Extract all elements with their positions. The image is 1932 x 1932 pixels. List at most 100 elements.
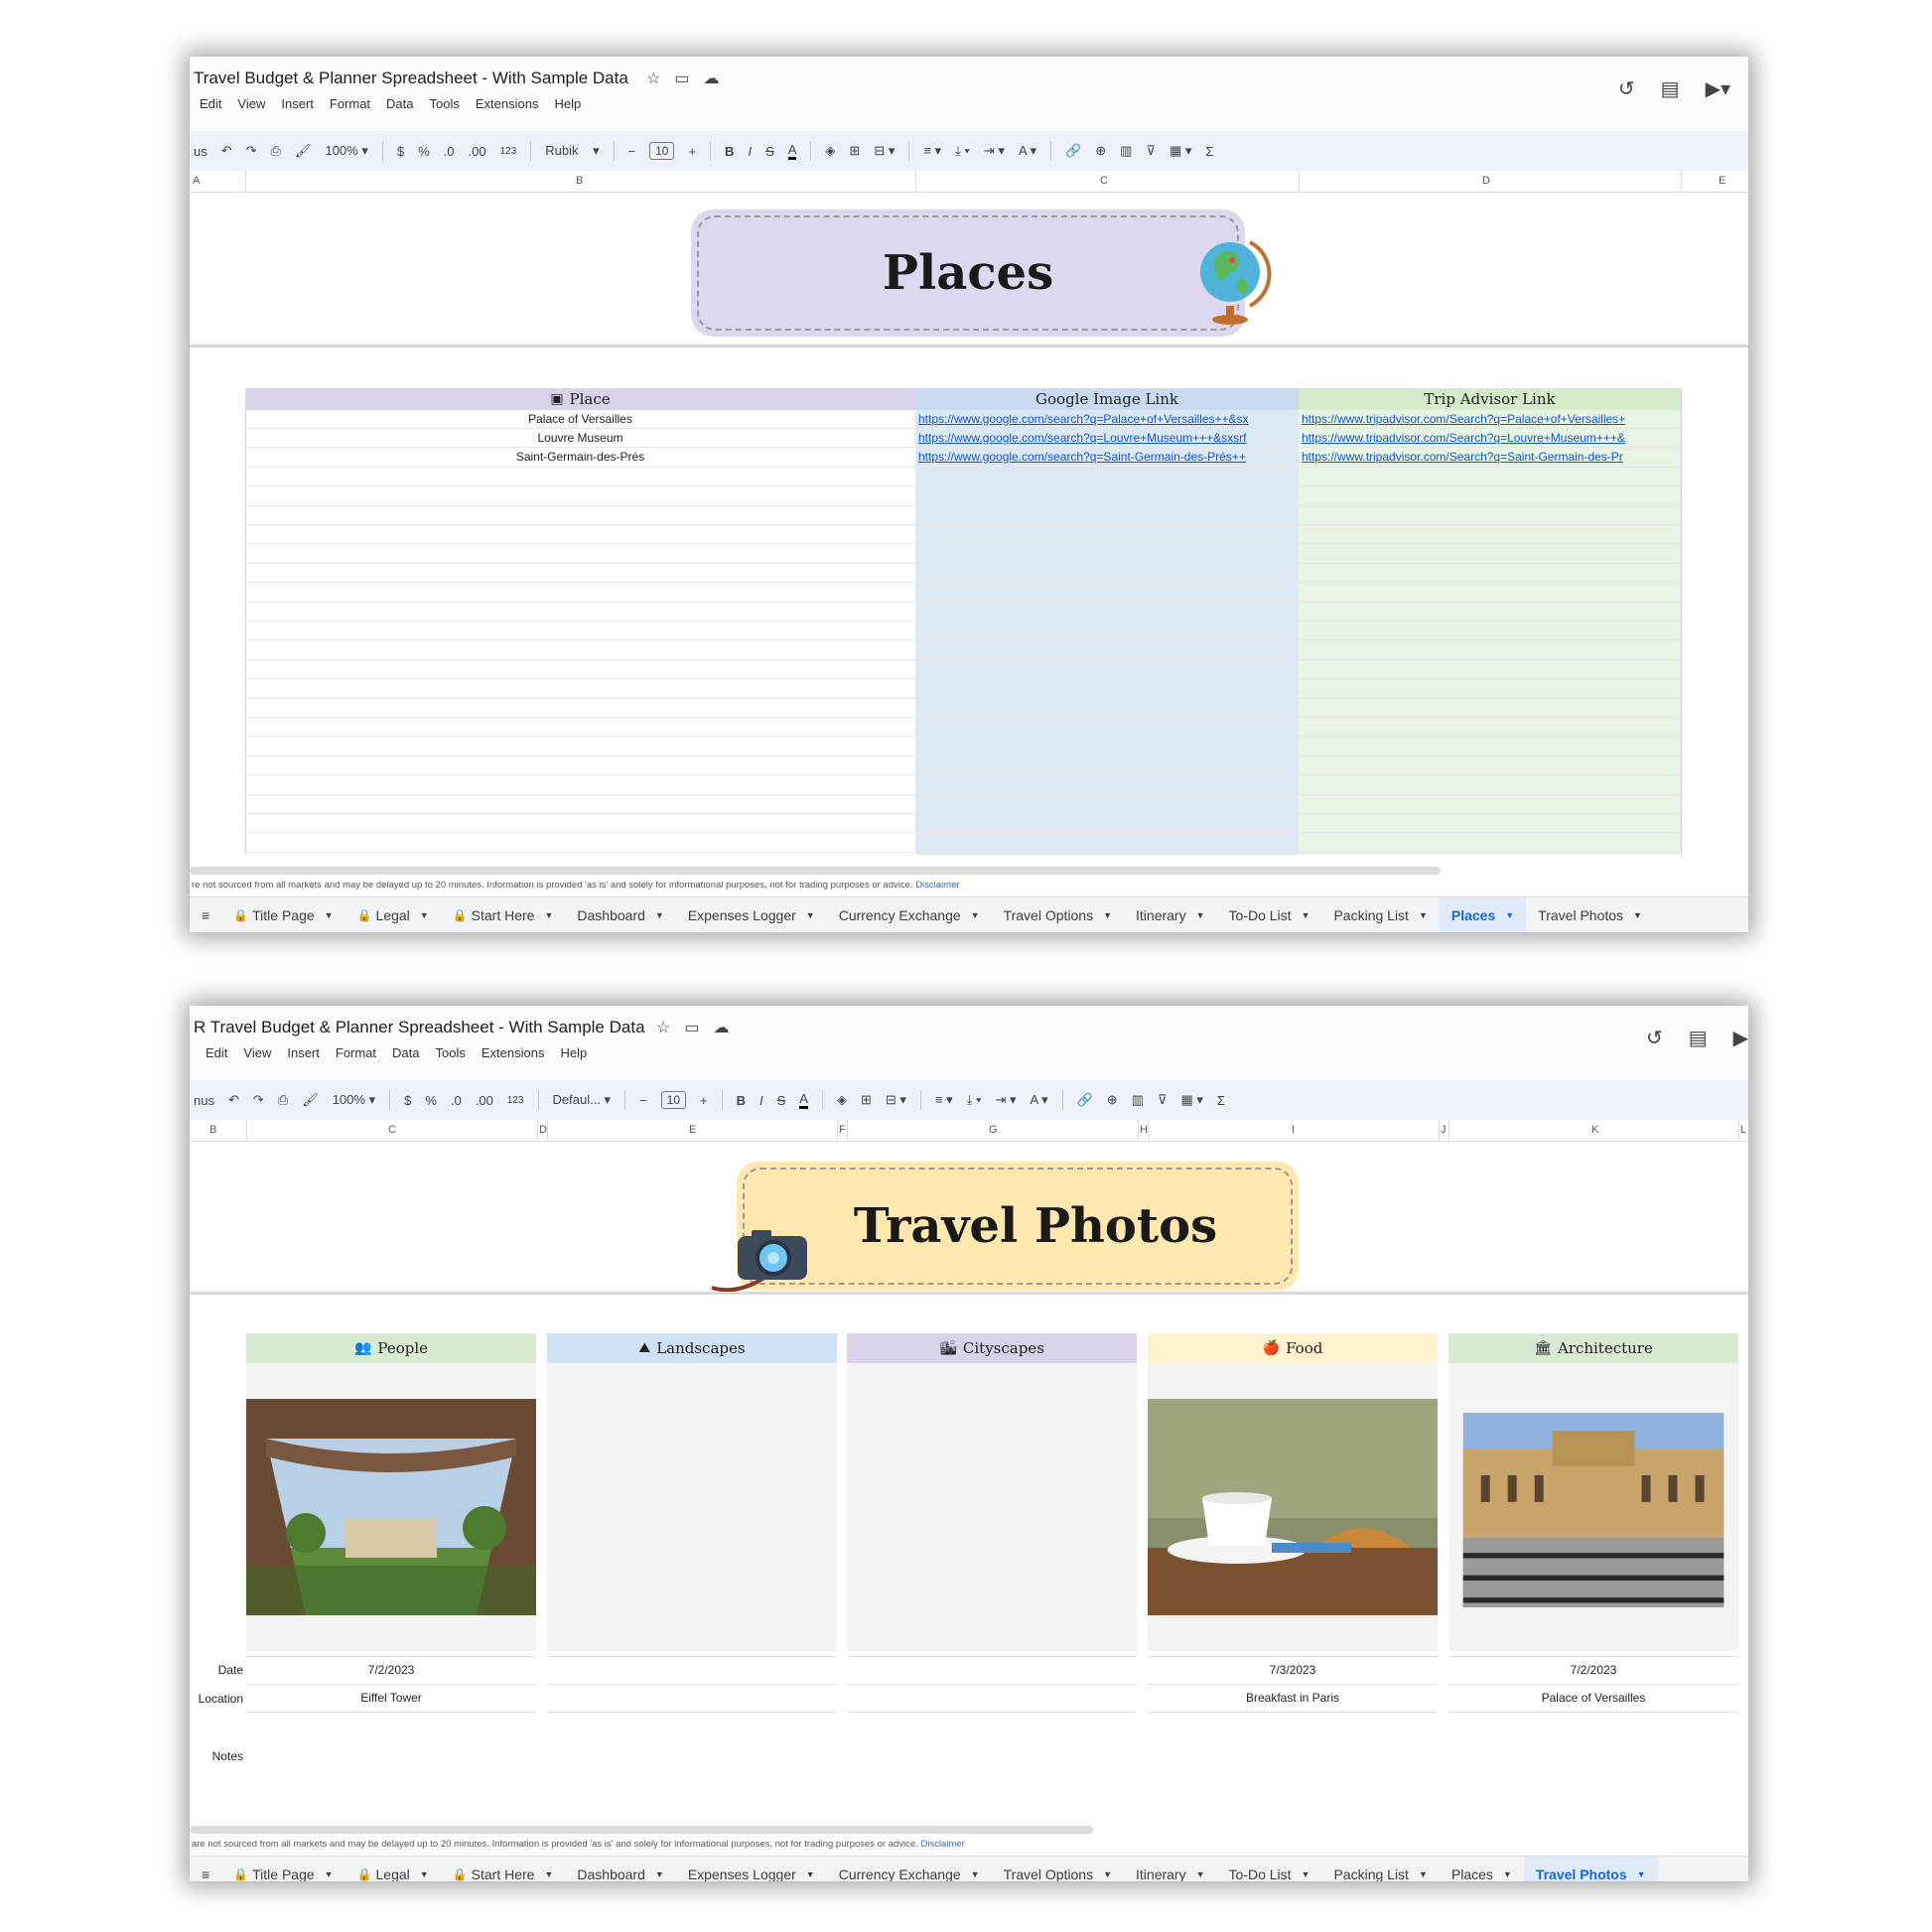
fill-color-icon[interactable]: ◈ <box>837 1092 847 1108</box>
sheet-tab[interactable]: Expenses Logger ▼ <box>676 1857 827 1882</box>
chevron-down-icon[interactable]: ▼ <box>1196 910 1205 920</box>
number-format-button[interactable]: 123 <box>500 146 517 157</box>
chevron-down-icon[interactable]: ▼ <box>325 1869 334 1879</box>
trip-header[interactable]: Trip Advisor Link <box>1299 388 1681 410</box>
text-rotation-icon[interactable]: A ▾ <box>1031 1092 1048 1108</box>
photo-cell[interactable] <box>1148 1363 1438 1651</box>
chevron-down-icon[interactable]: ▼ <box>1302 910 1311 920</box>
merge-cells-icon[interactable]: ⊟ ▾ <box>874 143 895 159</box>
currency-button[interactable]: $ <box>397 144 404 159</box>
currency-button[interactable]: $ <box>404 1093 411 1108</box>
chevron-down-icon[interactable]: ▼ <box>1196 1869 1205 1879</box>
chevron-down-icon[interactable]: ▼ <box>971 1869 980 1879</box>
sheet-tab[interactable]: Travel Photos ▼ <box>1526 897 1654 932</box>
photo-cell[interactable] <box>847 1363 1137 1651</box>
filter-views-icon[interactable]: ▦ ▾ <box>1181 1092 1203 1108</box>
disclaimer-link[interactable]: Disclaimer <box>920 1839 964 1850</box>
column-header-h[interactable]: H <box>1140 1124 1148 1136</box>
chevron-down-icon[interactable]: ▼ <box>1302 1869 1311 1879</box>
functions-button[interactable]: Σ <box>1217 1093 1225 1108</box>
redo-icon[interactable]: ↷ <box>253 1092 264 1108</box>
sheet-tab[interactable]: Expenses Logger ▼ <box>676 897 827 932</box>
sheet-tab[interactable]: To-Do List ▼ <box>1217 1857 1322 1882</box>
move-folder-icon[interactable]: ▭ <box>674 69 689 88</box>
font-size-decrease-button[interactable]: − <box>628 144 636 159</box>
photo-image[interactable] <box>1449 1413 1738 1612</box>
column-header-b[interactable]: B <box>209 1124 216 1136</box>
horizontal-align-icon[interactable]: ≡ ▾ <box>923 143 941 159</box>
sheet-tab[interactable]: 🔒 Legal ▼ <box>345 897 441 932</box>
notes-cell[interactable] <box>547 1712 837 1799</box>
sheet-tab[interactable]: Currency Exchange ▼ <box>827 1857 992 1882</box>
column-header-a[interactable]: A <box>193 175 200 187</box>
horizontal-scrollbar[interactable] <box>190 867 1441 875</box>
increase-decimal-button[interactable]: .00 <box>476 1093 493 1108</box>
italic-button[interactable]: I <box>759 1093 763 1108</box>
sheet-tab[interactable]: Itinerary ▼ <box>1124 1857 1217 1882</box>
sheet-tab[interactable]: 🔒 Start Here ▼ <box>441 1857 566 1882</box>
notes-cell[interactable] <box>847 1712 1137 1799</box>
vertical-align-icon[interactable]: ⤓ ▾ <box>955 143 970 159</box>
column-header-g[interactable]: G <box>989 1124 998 1136</box>
print-icon[interactable]: ⎙ <box>278 1092 288 1108</box>
menu-view[interactable]: View <box>237 96 265 111</box>
category-header[interactable]: 👥 People <box>246 1333 536 1363</box>
menu-extensions[interactable]: Extensions <box>476 96 539 111</box>
paint-format-icon[interactable]: 🖌 <box>302 1092 319 1108</box>
location-cell[interactable] <box>547 1684 837 1712</box>
chevron-down-icon[interactable]: ▼ <box>655 1869 664 1879</box>
document-title[interactable]: Travel Budget & Planner Spreadsheet - Wi… <box>194 69 628 88</box>
chevron-down-icon[interactable]: ▼ <box>1505 910 1514 920</box>
google-link-cell[interactable]: https://www.google.com/search?q=Palace+o… <box>918 412 1296 426</box>
document-title[interactable]: R Travel Budget & Planner Spreadsheet - … <box>194 1018 645 1037</box>
version-history-icon[interactable]: ↺ <box>1646 1026 1663 1050</box>
strikethrough-button[interactable]: S <box>777 1093 786 1108</box>
version-history-icon[interactable]: ↺ <box>1618 76 1635 101</box>
photo-cell[interactable] <box>547 1363 837 1651</box>
column-header-j[interactable]: J <box>1441 1124 1447 1136</box>
sheet-tab[interactable]: Travel Photos ▼ <box>1523 1857 1658 1881</box>
chevron-down-icon[interactable]: ▼ <box>806 1869 815 1879</box>
sheet-tab[interactable]: 🔒 Start Here ▼ <box>441 897 566 932</box>
location-cell[interactable]: Palace of Versailles <box>1449 1684 1738 1712</box>
horizontal-align-icon[interactable]: ≡ ▾ <box>935 1092 953 1108</box>
column-header-k[interactable]: K <box>1591 1124 1598 1136</box>
date-cell[interactable] <box>547 1656 837 1684</box>
redo-icon[interactable]: ↷ <box>246 143 257 159</box>
google-link-cell[interactable]: https://www.google.com/search?q=Saint-Ge… <box>918 450 1296 464</box>
column-header-d[interactable]: D <box>1482 175 1490 187</box>
menu-format[interactable]: Format <box>330 96 370 111</box>
font-select[interactable]: Defaul... ▾ <box>553 1092 612 1108</box>
sheet-tab[interactable]: 🔒 Title Page ▼ <box>221 1857 345 1882</box>
filter-icon[interactable]: ⊽ <box>1158 1092 1168 1108</box>
sheet-tab[interactable]: 🔒 Title Page ▼ <box>221 897 345 932</box>
category-header[interactable]: 🍎 Food <box>1148 1333 1438 1363</box>
photo-cell[interactable] <box>1449 1363 1738 1651</box>
vertical-align-icon[interactable]: ⤓ ▾ <box>967 1092 982 1108</box>
text-wrapping-icon[interactable]: ⇥ ▾ <box>995 1092 1016 1108</box>
sheet-tab[interactable]: Places ▼ <box>1440 1857 1524 1882</box>
borders-icon[interactable]: ⊞ <box>849 143 860 159</box>
insert-comment-icon[interactable]: ⊕ <box>1107 1092 1118 1108</box>
category-header[interactable]: ⛰ Landscapes <box>547 1333 837 1363</box>
menu-data[interactable]: Data <box>386 96 413 111</box>
bold-button[interactable]: B <box>725 144 734 159</box>
notes-cell[interactable] <box>1148 1712 1438 1799</box>
disclaimer-link[interactable]: Disclaimer <box>915 880 959 891</box>
menu-help[interactable]: Help <box>560 1045 587 1060</box>
font-size-input[interactable]: 10 <box>649 142 675 160</box>
all-sheets-menu-icon[interactable]: ≡ <box>190 897 221 932</box>
chevron-down-icon[interactable]: ▼ <box>1503 1869 1512 1879</box>
font-size-increase-button[interactable]: + <box>688 144 696 159</box>
category-header[interactable]: 🏛 Architecture <box>1449 1333 1738 1363</box>
trip-link-cell[interactable]: https://www.tripadvisor.com/Search?q=Sai… <box>1302 450 1677 464</box>
notes-cell[interactable] <box>246 1712 536 1799</box>
place-cell[interactable]: Palace of Versailles <box>245 412 915 426</box>
menu-search-stub[interactable]: us <box>194 144 207 159</box>
category-header[interactable]: 🏙 Cityscapes <box>847 1333 1137 1363</box>
functions-button[interactable]: Σ <box>1205 144 1213 159</box>
chevron-down-icon[interactable]: ▼ <box>544 910 553 920</box>
sheet-tab[interactable]: 🔒 Legal ▼ <box>345 1857 441 1882</box>
zoom-select[interactable]: 100% ▾ <box>325 143 367 159</box>
menu-insert[interactable]: Insert <box>281 96 314 111</box>
